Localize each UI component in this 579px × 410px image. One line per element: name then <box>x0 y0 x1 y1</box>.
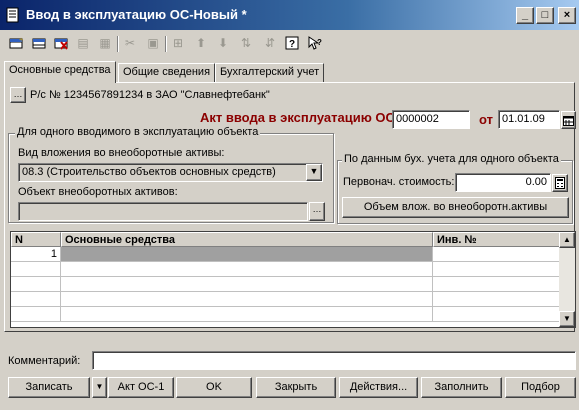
tab-accounting[interactable]: Бухгалтерский учет <box>215 63 325 82</box>
svg-text:?: ? <box>289 39 295 50</box>
empty-cell <box>11 292 61 307</box>
toolbar-separator <box>165 36 167 52</box>
column-header-inv[interactable]: Инв. № <box>433 232 560 247</box>
chevron-up-icon: ▲ <box>563 235 571 244</box>
empty-cell <box>433 292 560 307</box>
title-bar[interactable]: Ввод в эксплуатацию ОС-Новый * _ □ × <box>0 0 579 30</box>
edit-row-icon[interactable]: ▤ <box>75 35 91 51</box>
document-title: Акт ввода в эксплуатацию ОС № <box>200 110 414 125</box>
date-label: от <box>479 112 493 127</box>
toolbar: + ▤ ▦ ✂ ▣ ⊞ ⬆ ⬇ ⇅ ⇵ ? ? <box>0 33 579 57</box>
asset-object-label: Объект внеоборотных активов: <box>18 186 178 198</box>
save-dropdown-button[interactable]: ▼ <box>92 377 107 398</box>
empty-cell <box>11 262 61 277</box>
comment-field[interactable] <box>92 351 576 370</box>
initial-cost-label: Первонач. стоимость: <box>343 176 455 188</box>
add-row-icon[interactable]: + <box>8 35 24 51</box>
tab-general-info[interactable]: Общие сведения <box>118 63 216 82</box>
fixed-assets-table[interactable]: N Основные средства Инв. № 1 ▲ ▼ <box>10 231 576 328</box>
asset-object-field[interactable] <box>18 202 308 221</box>
investment-type-label: Вид вложения во внеоборотные активы: <box>18 147 225 159</box>
sort-asc-icon[interactable]: ⇅ <box>238 35 254 51</box>
close-icon: × <box>563 9 571 21</box>
document-icon <box>6 7 19 23</box>
empty-cell <box>11 277 61 292</box>
delete-row-icon[interactable] <box>53 35 69 51</box>
document-date-field[interactable]: 01.01.09 <box>498 110 560 129</box>
calendar-button[interactable] <box>561 111 576 129</box>
empty-cell <box>433 262 560 277</box>
toolbar-separator <box>117 36 119 52</box>
empty-cell <box>61 277 433 292</box>
act-os1-button[interactable]: Акт ОС-1 <box>108 377 174 398</box>
table-row-inv[interactable] <box>433 247 560 262</box>
move-down-icon[interactable]: ⬇ <box>215 35 231 51</box>
insert-group-icon[interactable]: ⊞ <box>170 35 186 51</box>
empty-cell <box>61 292 433 307</box>
document-number-field[interactable]: 0000002 <box>392 110 470 129</box>
calendar-icon <box>563 116 574 126</box>
maximize-icon: □ <box>541 9 549 21</box>
fill-button[interactable]: Заполнить <box>421 377 502 398</box>
save-button[interactable]: Записать <box>8 377 90 398</box>
bank-account-label: Р/с № 1234567891234 в ЗАО "Славнефтебанк… <box>30 89 270 101</box>
svg-text:?: ? <box>317 38 322 47</box>
tab-fixed-assets[interactable]: Основные средства <box>4 61 116 83</box>
context-help-icon[interactable]: ? <box>307 35 323 51</box>
calculator-icon <box>555 177 565 189</box>
tab-label: Бухгалтерский учет <box>220 66 320 78</box>
actions-button[interactable]: Действия... <box>339 377 418 398</box>
asset-object-select-button[interactable]: … <box>309 202 325 221</box>
sort-desc-icon[interactable]: ⇵ <box>262 35 278 51</box>
close-form-button[interactable]: Закрыть <box>256 377 336 398</box>
investment-type-select[interactable]: 08.3 (Строительство объектов основных ср… <box>18 163 323 182</box>
initial-cost-field[interactable]: 0.00 <box>455 173 551 192</box>
paste-icon[interactable]: ▣ <box>145 35 161 51</box>
empty-cell <box>433 307 560 322</box>
svg-text:+: + <box>19 37 23 44</box>
ellipsis-icon: … <box>312 204 322 214</box>
scroll-down-button[interactable]: ▼ <box>559 311 575 327</box>
investment-type-value: 08.3 (Строительство объектов основных ср… <box>22 166 276 178</box>
minimize-icon: _ <box>521 9 529 21</box>
window-title: Ввод в эксплуатацию ОС-Новый * <box>26 7 247 22</box>
cut-icon[interactable]: ✂ <box>122 35 138 51</box>
bank-account-button[interactable]: … <box>10 87 26 103</box>
calculator-button[interactable] <box>552 174 568 192</box>
empty-cell <box>11 307 61 322</box>
accounting-group-title: По данным бух. учета для одного объекта <box>342 153 561 165</box>
column-header-n[interactable]: N <box>11 232 61 247</box>
close-button[interactable]: × <box>558 7 576 24</box>
minimize-button[interactable]: _ <box>516 7 534 24</box>
table-scrollbar[interactable]: ▲ ▼ <box>559 232 575 327</box>
chevron-down-icon: ▼ <box>563 314 571 323</box>
chevron-down-icon: ▼ <box>95 382 104 391</box>
empty-cell <box>433 277 560 292</box>
move-up-icon[interactable]: ⬆ <box>193 35 209 51</box>
tab-label: Общие сведения <box>123 66 211 78</box>
investment-volume-button[interactable]: Объем влож. во внеоборотн.активы <box>342 197 569 218</box>
column-header-assets[interactable]: Основные средства <box>61 232 433 247</box>
chevron-down-icon: ▼ <box>309 166 319 176</box>
ok-button[interactable]: OK <box>176 377 252 398</box>
help-icon[interactable]: ? <box>284 35 300 51</box>
copy-row-icon[interactable] <box>31 35 47 51</box>
comment-label: Комментарий: <box>8 355 81 367</box>
end-edit-icon[interactable]: ▦ <box>97 35 113 51</box>
scroll-up-button[interactable]: ▲ <box>559 232 575 248</box>
empty-cell <box>61 307 433 322</box>
select-button[interactable]: Подбор <box>505 377 576 398</box>
tab-label: Основные средства <box>9 64 111 76</box>
ellipsis-icon: … <box>13 89 23 99</box>
table-row-n[interactable]: 1 <box>11 247 61 262</box>
investment-type-dropdown-button[interactable]: ▼ <box>306 164 322 181</box>
empty-cell <box>61 262 433 277</box>
maximize-button[interactable]: □ <box>536 7 554 24</box>
object-group-title: Для одного вводимого в эксплуатацию объе… <box>15 126 261 138</box>
table-row-asset[interactable] <box>61 247 433 262</box>
